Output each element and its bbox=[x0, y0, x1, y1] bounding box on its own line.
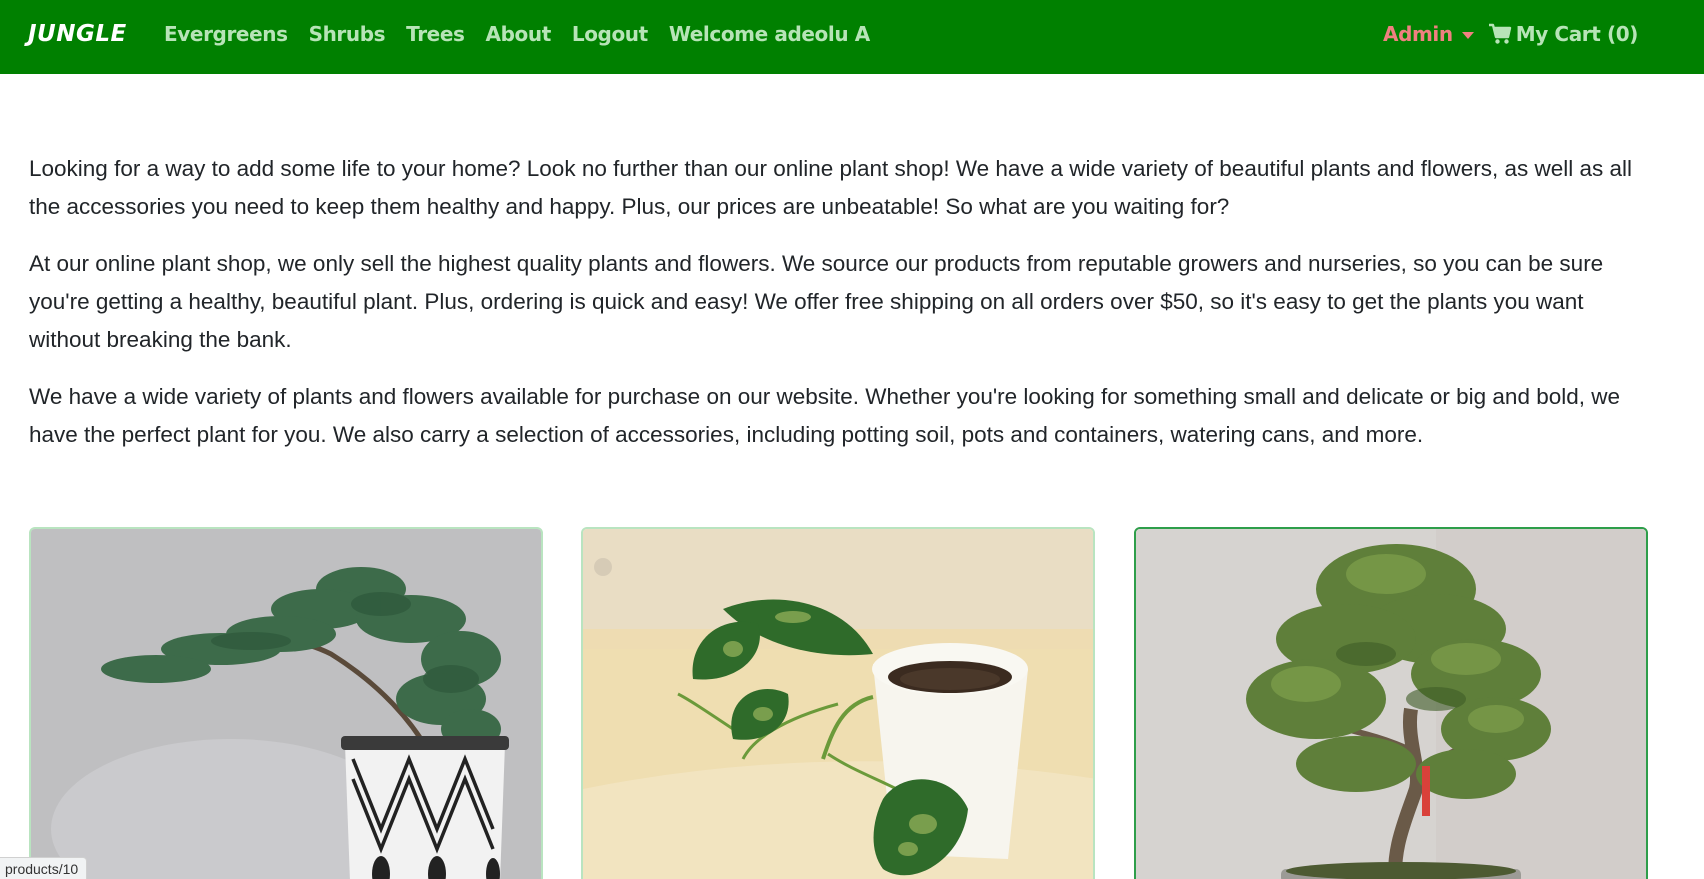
product-image bbox=[1136, 529, 1646, 879]
admin-dropdown-toggle[interactable]: Admin bbox=[1383, 22, 1474, 46]
caret-down-icon bbox=[1461, 31, 1474, 39]
my-cart-link[interactable]: My Cart (0) bbox=[1488, 22, 1638, 46]
intro-paragraph: We have a wide variety of plants and flo… bbox=[29, 384, 1621, 447]
intro-paragraph: At our online plant shop, we only sell t… bbox=[29, 251, 1604, 352]
intro-paragraph: Looking for a way to add some life to yo… bbox=[29, 156, 1633, 219]
cart-label: My Cart (0) bbox=[1515, 22, 1639, 46]
nav-right: Admin My Cart (0) bbox=[1383, 22, 1638, 46]
welcome-user-text: Welcome adeolu A bbox=[668, 22, 870, 46]
intro-section: Looking for a way to add some life to yo… bbox=[29, 150, 1649, 473]
nav-link-shrubs[interactable]: Shrubs bbox=[309, 22, 386, 46]
top-navbar: JUNGLE Evergreens Shrubs Trees About Log… bbox=[0, 0, 1704, 74]
nav-link-about[interactable]: About bbox=[486, 22, 552, 46]
admin-label: Admin bbox=[1383, 22, 1453, 46]
product-card[interactable] bbox=[29, 527, 543, 879]
nav-link-trees[interactable]: Trees bbox=[406, 22, 465, 46]
product-card[interactable] bbox=[1134, 527, 1648, 879]
product-card[interactable] bbox=[581, 527, 1095, 879]
product-image bbox=[31, 529, 541, 879]
product-image bbox=[583, 529, 1093, 879]
nav-link-logout[interactable]: Logout bbox=[572, 22, 648, 46]
brand-logo[interactable]: JUNGLE bbox=[28, 21, 127, 47]
nav-link-evergreens[interactable]: Evergreens bbox=[164, 22, 288, 46]
shopping-cart-icon bbox=[1488, 23, 1511, 44]
nav-links: Evergreens Shrubs Trees About Logout Wel… bbox=[164, 22, 891, 46]
status-bar-url: products/10 bbox=[0, 857, 88, 879]
